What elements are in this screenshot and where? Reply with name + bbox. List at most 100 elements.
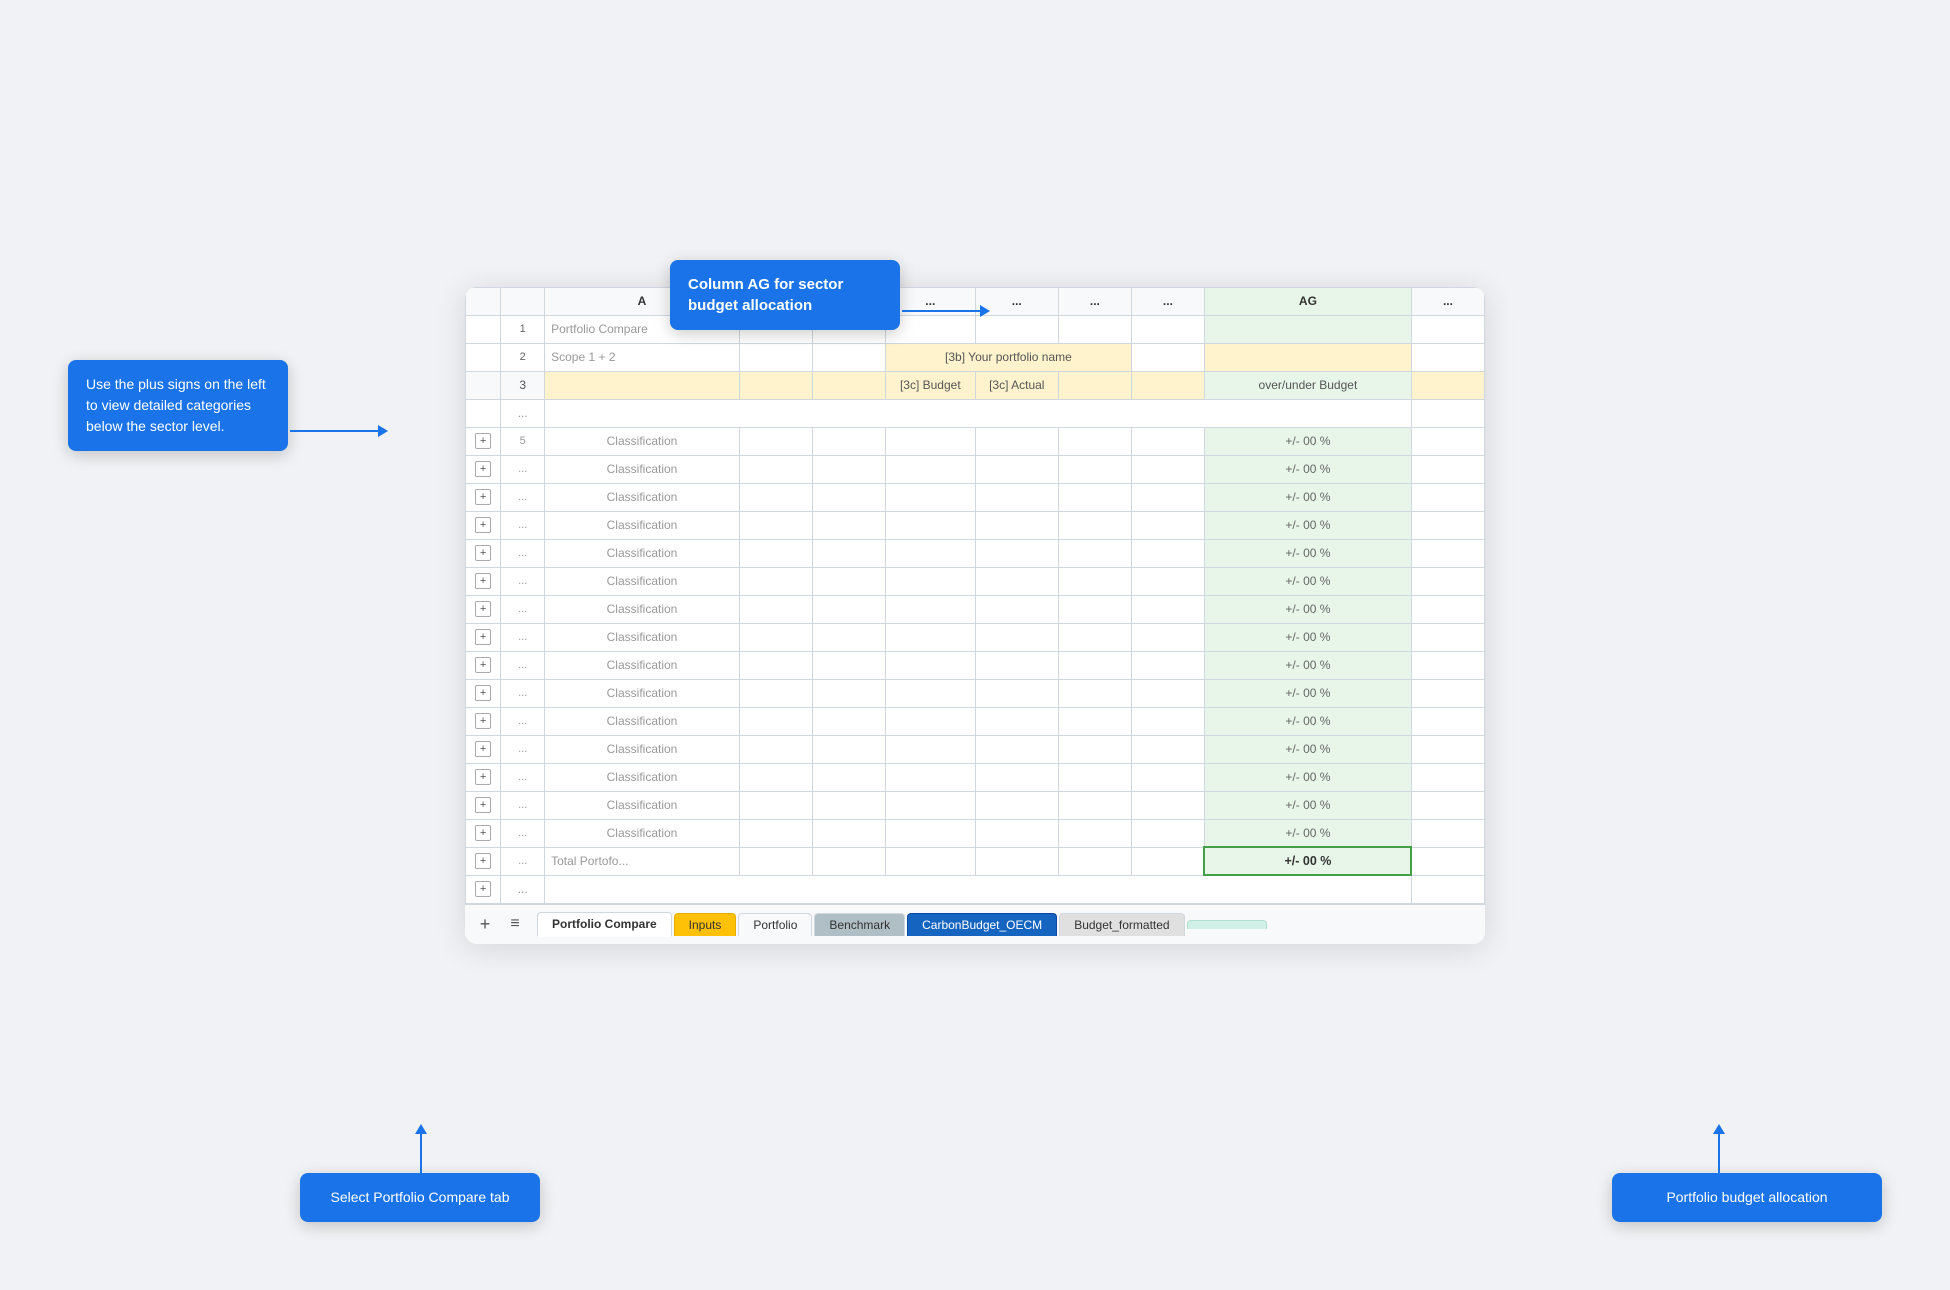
row1-num: 1 — [501, 315, 545, 343]
row1-d4 — [975, 315, 1058, 343]
row5-class: Classification — [545, 427, 740, 455]
dr1-value: +/- 00 % — [1204, 455, 1411, 483]
tab-benchmark[interactable]: Benchmark — [814, 913, 905, 936]
row2-num: 2 — [501, 343, 545, 371]
left-callout-arrow-line — [290, 430, 380, 432]
dots-content — [545, 399, 1412, 427]
dr1-plus[interactable]: + — [466, 455, 501, 483]
col-dots6-header: ... — [1131, 287, 1204, 315]
row2-d7 — [1411, 343, 1484, 371]
ag-callout-arrow-line — [902, 310, 982, 312]
row2-plus — [466, 343, 501, 371]
row2-d2 — [812, 343, 885, 371]
budget-header: [3c] Budget — [885, 371, 975, 399]
col-dots5-header: ... — [1058, 287, 1131, 315]
tab-callout-arrow-line — [420, 1132, 422, 1182]
row5-d5 — [1058, 427, 1131, 455]
data-row-10: + ... Classification +/- 00 % — [466, 707, 1485, 735]
row5-d3 — [885, 427, 975, 455]
dr1-num: ... — [501, 455, 545, 483]
tab-carbon-budget[interactable]: CarbonBudget_OECM — [907, 913, 1057, 936]
row5-d2 — [812, 427, 885, 455]
tab-budget-formatted[interactable]: Budget_formatted — [1059, 913, 1184, 936]
col-rownum-header — [501, 287, 545, 315]
data-row-2: + ... Classification +/- 00 % — [466, 483, 1485, 511]
row3-d2 — [812, 371, 885, 399]
row1-d7 — [1411, 315, 1484, 343]
row2-d6 — [1131, 343, 1204, 371]
row1-d6 — [1131, 315, 1204, 343]
row-2: 2 Scope 1 + 2 [3b] Your portfolio name — [466, 343, 1485, 371]
callout-plus-signs: Use the plus signs on the left to view d… — [68, 360, 288, 451]
data-row-14: + ... Classification +/- 00 % — [466, 819, 1485, 847]
main-container: A ... ... ... ... ... ... AG ... 1 Portf… — [0, 0, 1950, 1290]
col-dots7-header: ... — [1411, 287, 1484, 315]
tab-controls: + ≡ — [473, 912, 527, 936]
spreadsheet-table: A ... ... ... ... ... ... AG ... 1 Portf… — [465, 287, 1485, 904]
row3-num: 3 — [501, 371, 545, 399]
data-row-6: + ... Classification +/- 00 % — [466, 595, 1485, 623]
spreadsheet-wrapper: A ... ... ... ... ... ... AG ... 1 Portf… — [465, 287, 1485, 944]
ag-callout-arrowhead — [980, 305, 990, 317]
dots-num: ... — [501, 399, 545, 427]
row5-value: +/- 00 % — [1204, 427, 1411, 455]
row5-num: 5 — [501, 427, 545, 455]
data-row-4: + ... Classification +/- 00 % — [466, 539, 1485, 567]
data-row-9: + ... Classification +/- 00 % — [466, 679, 1485, 707]
callout-portfolio-budget: Portfolio budget allocation — [1612, 1173, 1882, 1222]
row3-d6 — [1131, 371, 1204, 399]
data-row-13: + ... Classification +/- 00 % — [466, 791, 1485, 819]
data-row-11: + ... Classification +/- 00 % — [466, 735, 1485, 763]
data-row-5: + ... Classification +/- 00 % — [466, 567, 1485, 595]
row2-ag — [1204, 343, 1411, 371]
row2-d1 — [739, 343, 812, 371]
dots-ag — [1411, 399, 1484, 427]
row5-d1 — [739, 427, 812, 455]
row5-d7 — [1411, 427, 1484, 455]
tab-add-button[interactable]: + — [473, 912, 497, 936]
row5-plus[interactable]: + — [466, 427, 501, 455]
final-dots-row: + ... — [466, 875, 1485, 903]
data-row-3: + ... Classification +/- 00 % — [466, 511, 1485, 539]
data-row-7: + ... Classification +/- 00 % — [466, 623, 1485, 651]
actual-header: [3c] Actual — [975, 371, 1058, 399]
row1-d5 — [1058, 315, 1131, 343]
total-label: Total Portofo... — [545, 847, 740, 875]
dr1-class: Classification — [545, 455, 740, 483]
portfolio-budget-arrow-line — [1718, 1132, 1720, 1182]
row3-d5 — [1058, 371, 1131, 399]
row5-d4 — [975, 427, 1058, 455]
row-dots: ... — [466, 399, 1485, 427]
row1-ag — [1204, 315, 1411, 343]
dots-plus — [466, 399, 501, 427]
col-plus-header — [466, 287, 501, 315]
row3-d7 — [1411, 371, 1484, 399]
tab-portfolio[interactable]: Portfolio — [738, 913, 812, 936]
tab-portfolio-compare[interactable]: Portfolio Compare — [537, 912, 672, 937]
data-row-12: + ... Classification +/- 00 % — [466, 763, 1485, 791]
data-row-1: + ... Classification +/- 00 % — [466, 455, 1485, 483]
portfolio-name-cell: [3b] Your portfolio name — [885, 343, 1131, 371]
tab-menu-button[interactable]: ≡ — [503, 912, 527, 936]
row-1: 1 Portfolio Compare — [466, 315, 1485, 343]
portfolio-budget-arrowhead — [1713, 1124, 1725, 1134]
data-row-8: + ... Classification +/- 00 % — [466, 651, 1485, 679]
tab-inputs[interactable]: Inputs — [674, 913, 737, 936]
sheet-tabs: + ≡ Portfolio Compare Inputs Portfolio B… — [465, 904, 1485, 944]
row-5: + 5 Classification +/- 00 % — [466, 427, 1485, 455]
total-value[interactable]: +/- 00 % — [1204, 847, 1411, 875]
row3-d1 — [739, 371, 812, 399]
callout-ag-column: Column AG for sector budget allocation — [670, 260, 900, 330]
row1-plus — [466, 315, 501, 343]
total-row: + ... Total Portofo... +/- 00 % — [466, 847, 1485, 875]
tab-callout-arrowhead — [415, 1124, 427, 1134]
tab-extra[interactable] — [1187, 920, 1267, 929]
row2-col-a: Scope 1 + 2 — [545, 343, 740, 371]
left-callout-arrowhead — [378, 425, 388, 437]
col-ag-header: AG — [1204, 287, 1411, 315]
row3-plus — [466, 371, 501, 399]
row5-d6 — [1131, 427, 1204, 455]
row-3: 3 [3c] Budget [3c] Actual over/under Bud… — [466, 371, 1485, 399]
over-under-header: over/under Budget — [1204, 371, 1411, 399]
row3-col-a — [545, 371, 740, 399]
